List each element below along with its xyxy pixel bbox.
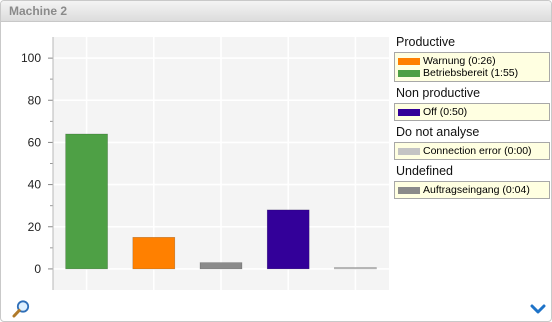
y-tick-label: 60 bbox=[28, 135, 42, 149]
legend-box: Auftragseingang (0:04) bbox=[394, 181, 550, 199]
bar bbox=[132, 236, 176, 270]
bar bbox=[266, 209, 310, 270]
y-tick-label: 80 bbox=[28, 93, 42, 107]
bar-chart: 0 20 40 60 80 100 bbox=[21, 37, 389, 290]
legend-label: Connection error (0:00) bbox=[423, 145, 532, 157]
legend: Productive Warnung (0:26) Betriebsbereit (… bbox=[394, 31, 551, 199]
legend-swatch bbox=[398, 186, 420, 194]
legend-swatch bbox=[398, 108, 420, 116]
panel-titlebar: Machine 2 bbox=[1, 1, 551, 22]
legend-group-title: Undefined bbox=[396, 164, 453, 178]
legend-box: Warnung (0:26) Betriebsbereit (1:55) bbox=[394, 52, 550, 82]
legend-box: Off (0:50) bbox=[394, 103, 550, 121]
machine-panel: Machine 2 0 20 40 60 80 100 Productive Warnung… bbox=[0, 0, 552, 322]
y-tick-label: 20 bbox=[28, 220, 42, 234]
bar bbox=[334, 267, 377, 270]
legend-item[interactable]: Auftragseingang (0:04) bbox=[398, 184, 546, 196]
bar bbox=[65, 133, 108, 270]
legend-item[interactable]: Warnung (0:26) bbox=[398, 55, 546, 67]
panel-title: Machine 2 bbox=[9, 4, 68, 18]
y-tick-label: 40 bbox=[28, 178, 42, 192]
legend-box: Connection error (0:00) bbox=[394, 142, 550, 160]
legend-group-title: Do not analyse bbox=[396, 125, 480, 139]
legend-swatch bbox=[398, 147, 420, 155]
legend-label: Off (0:50) bbox=[423, 106, 468, 118]
chevron-down-icon[interactable] bbox=[530, 304, 546, 316]
magnifier-icon[interactable] bbox=[11, 299, 31, 319]
legend-swatch bbox=[398, 57, 420, 65]
y-tick-label: 100 bbox=[21, 51, 41, 65]
legend-item[interactable]: Betriebsbereit (1:55) bbox=[398, 67, 546, 79]
legend-label: Warnung (0:26) bbox=[423, 55, 496, 67]
legend-group-title: Non productive bbox=[396, 86, 481, 100]
legend-group-title: Productive bbox=[396, 35, 456, 49]
bar bbox=[199, 262, 243, 270]
y-tick-label: 0 bbox=[34, 262, 41, 276]
legend-item[interactable]: Off (0:50) bbox=[398, 106, 546, 118]
legend-label: Auftragseingang (0:04) bbox=[423, 184, 530, 196]
legend-label: Betriebsbereit (1:55) bbox=[423, 67, 519, 79]
legend-item[interactable]: Connection error (0:00) bbox=[398, 145, 546, 157]
legend-swatch bbox=[398, 69, 420, 77]
